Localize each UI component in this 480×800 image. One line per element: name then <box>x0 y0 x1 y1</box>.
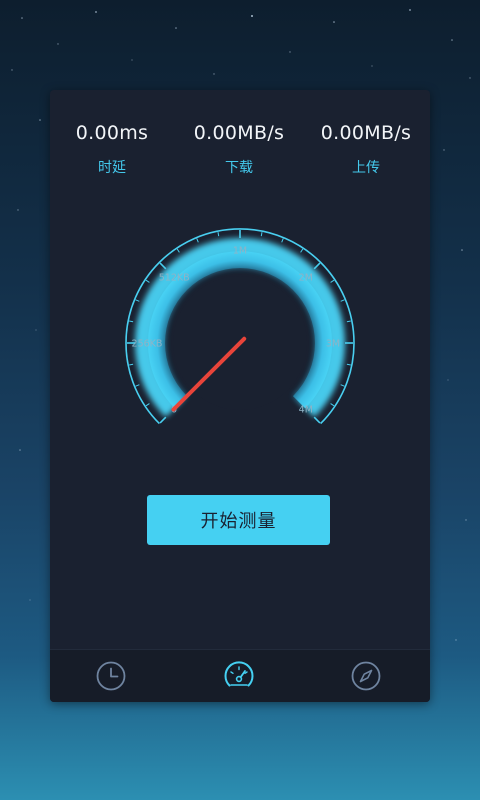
gauge-scale-label: 1M <box>233 246 247 257</box>
gauge-minor-tick <box>330 403 335 407</box>
gauge-minor-tick <box>330 279 335 283</box>
gauge-minor-tick <box>346 320 351 323</box>
gauge-scale-label: 2M <box>299 273 313 284</box>
gauge-minor-tick <box>340 299 345 302</box>
speed-gauge: 0256KB512KB1M2M3M4M <box>125 228 355 425</box>
speedometer-icon <box>224 661 254 687</box>
gauge-minor-tick <box>145 403 150 407</box>
upload-stat: 0.00MB/s 上传 <box>303 120 429 177</box>
gauge-major-tick <box>313 416 321 424</box>
gauge-minor-tick <box>129 363 134 366</box>
gauge-minor-tick <box>145 279 150 283</box>
gauge-scale-label: 4M <box>299 404 313 415</box>
upload-label: 上传 <box>352 160 380 176</box>
gauge-minor-tick <box>217 232 220 237</box>
gauge-minor-tick <box>129 320 134 323</box>
gauge-major-tick <box>313 262 321 270</box>
latency-label: 时延 <box>98 160 126 176</box>
gauge-minor-tick <box>340 384 345 387</box>
gauge-major-tick <box>159 262 167 270</box>
speed-test-card: 0.00ms 时延 0.00MB/s 下载 0.00MB/s 上传 256KB … <box>50 90 430 702</box>
download-stat: 0.00MB/s 下载 <box>176 120 302 177</box>
stats-row: 0.00ms 时延 0.00MB/s 下载 0.00MB/s 上传 <box>50 120 430 180</box>
tab-discover[interactable] <box>346 656 386 696</box>
tab-speed-test[interactable] <box>219 656 259 696</box>
gauge-scale-label: 256KB <box>132 339 163 350</box>
upload-value: 0.00MB/s <box>320 122 412 144</box>
latency-stat: 0.00ms 时延 <box>50 120 175 177</box>
gauge-minor-tick <box>135 299 140 302</box>
gauge-scale-label: 512KB <box>159 273 190 284</box>
clock-icon <box>96 661 126 691</box>
gauge-scale-label: 3M <box>326 339 340 350</box>
gauge-minor-tick <box>260 232 263 237</box>
latency-value: 0.00ms <box>75 122 149 144</box>
gauge-minor-tick <box>135 384 140 387</box>
gauge-major-tick <box>159 416 167 424</box>
gauge-minor-tick <box>300 248 304 253</box>
gauge-minor-tick <box>281 238 284 243</box>
gauge-minor-tick <box>176 248 180 253</box>
download-label: 下载 <box>225 160 253 176</box>
compass-icon <box>351 661 381 691</box>
gauge-minor-tick <box>346 363 351 366</box>
tab-history[interactable] <box>91 656 131 696</box>
bottom-tab-bar <box>50 649 430 702</box>
download-value: 0.00MB/s <box>193 122 285 144</box>
start-test-button[interactable]: 开始测量 <box>147 495 330 545</box>
gauge-minor-tick <box>196 238 199 243</box>
